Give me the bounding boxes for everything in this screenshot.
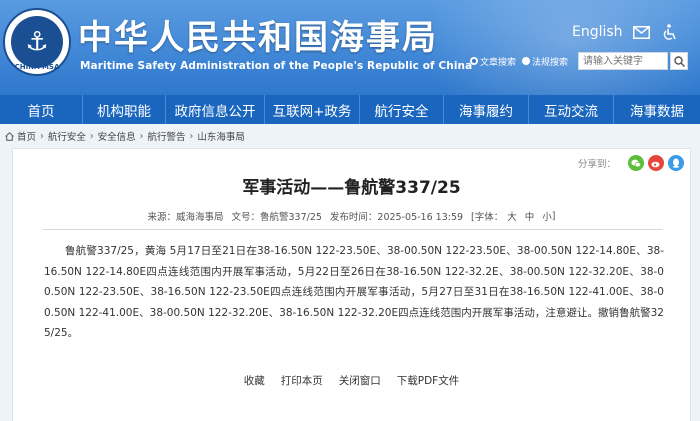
- article-actions: 收藏 打印本页 关闭窗口 下载PDF文件: [13, 373, 690, 388]
- article-body: 鲁航警337/25，黄海 5月17日至21日在38-16.50N 122-23.…: [44, 245, 664, 339]
- breadcrumb-separator: ›: [189, 130, 194, 142]
- font-large-button[interactable]: 大: [507, 209, 517, 223]
- search-area: 文章搜索 法规搜索: [470, 52, 689, 70]
- article-panel: 分享到： 军事活动——鲁航警337/25 来源：威海海事局 文号：鲁航警337/…: [12, 148, 691, 421]
- download-pdf-link[interactable]: 下载PDF文件: [397, 373, 459, 388]
- nav-data[interactable]: 海事数据: [614, 95, 700, 124]
- favorite-link[interactable]: 收藏: [244, 373, 265, 388]
- meta-divider: [43, 229, 663, 230]
- article-meta: 来源：威海海事局 文号：鲁航警337/25 发布时间：2025-05-16 13…: [13, 206, 690, 226]
- nav-compliance[interactable]: 海事履约: [444, 95, 529, 124]
- meta-doc-number: 文号：鲁航警337/25: [231, 212, 322, 223]
- meta-source: 来源：威海海事局: [147, 212, 224, 223]
- breadcrumb-shandong-msa[interactable]: 山东海事局: [197, 129, 245, 143]
- search-button[interactable]: [670, 52, 689, 70]
- radio-dot: [470, 57, 478, 65]
- nav-home[interactable]: 首页: [0, 95, 83, 124]
- article-search-radio[interactable]: 文章搜索: [470, 55, 516, 68]
- home-icon: [5, 131, 14, 141]
- breadcrumb-separator: ›: [40, 130, 44, 142]
- breadcrumb-separator: ›: [89, 130, 94, 142]
- font-medium-button[interactable]: 中: [525, 209, 535, 223]
- law-search-radio[interactable]: 法规搜索: [522, 55, 568, 68]
- share-label: 分享到：: [577, 159, 616, 170]
- main-nav: 首页 机构职能 政府信息公开 互联网+政务 航行安全 海事履约 互动交流 海事数…: [0, 95, 700, 124]
- top-links: English: [572, 24, 679, 40]
- logo-text: CHINA MSA: [14, 63, 60, 71]
- law-search-label: 法规搜索: [532, 57, 569, 68]
- site-subtitle: Maritime Safety Administration of the Pe…: [80, 60, 473, 72]
- share-bar: 分享到：: [578, 155, 684, 171]
- breadcrumb-navigation-safety[interactable]: 航行安全: [48, 129, 86, 143]
- msa-logo[interactable]: ⚓ CHINA MSA: [3, 8, 71, 76]
- breadcrumb-home[interactable]: 首页: [17, 129, 36, 143]
- accessibility-icon[interactable]: [661, 24, 679, 40]
- print-link[interactable]: 打印本页: [281, 373, 323, 388]
- breadcrumb-safety-info[interactable]: 安全信息: [98, 129, 136, 143]
- close-window-link[interactable]: 关闭窗口: [339, 373, 381, 388]
- site-header: ⚓ CHINA MSA 中华人民共和国海事局 Maritime Safety A…: [0, 0, 700, 95]
- font-small-button[interactable]: 小: [542, 209, 552, 223]
- breadcrumb-separator: ›: [139, 130, 144, 142]
- meta-publish-time: 发布时间：2025-05-16 13:59: [329, 212, 464, 223]
- english-link[interactable]: English: [572, 24, 623, 40]
- weibo-icon[interactable]: [648, 155, 664, 171]
- font-size-label: [字体：: [471, 212, 504, 223]
- anchor-icon: ⚓: [11, 16, 63, 68]
- nav-navigation-safety[interactable]: 航行安全: [360, 95, 444, 124]
- article-title: 军事活动——鲁航警337/25: [242, 178, 461, 198]
- nav-gov-info[interactable]: 政府信息公开: [166, 95, 265, 124]
- nav-internet-gov[interactable]: 互联网+政务: [265, 95, 360, 124]
- wechat-icon[interactable]: [628, 155, 644, 171]
- search-input[interactable]: [578, 52, 669, 70]
- qq-icon[interactable]: [668, 155, 684, 171]
- header-glow: [420, 0, 700, 95]
- mail-icon[interactable]: [633, 24, 651, 40]
- article-search-label: 文章搜索: [480, 57, 517, 68]
- nav-institution[interactable]: 机构职能: [83, 95, 166, 124]
- site-title: 中华人民共和国海事局: [78, 18, 438, 58]
- search-icon: [673, 55, 685, 67]
- breadcrumb: 首页 › 航行安全 › 安全信息 › 航行警告 › 山东海事局: [0, 125, 700, 147]
- font-size-bracket: ]: [551, 210, 556, 222]
- breadcrumb-navigation-warning[interactable]: 航行警告: [147, 129, 185, 143]
- radio-dot: [522, 57, 531, 65]
- nav-interaction[interactable]: 互动交流: [529, 95, 614, 124]
